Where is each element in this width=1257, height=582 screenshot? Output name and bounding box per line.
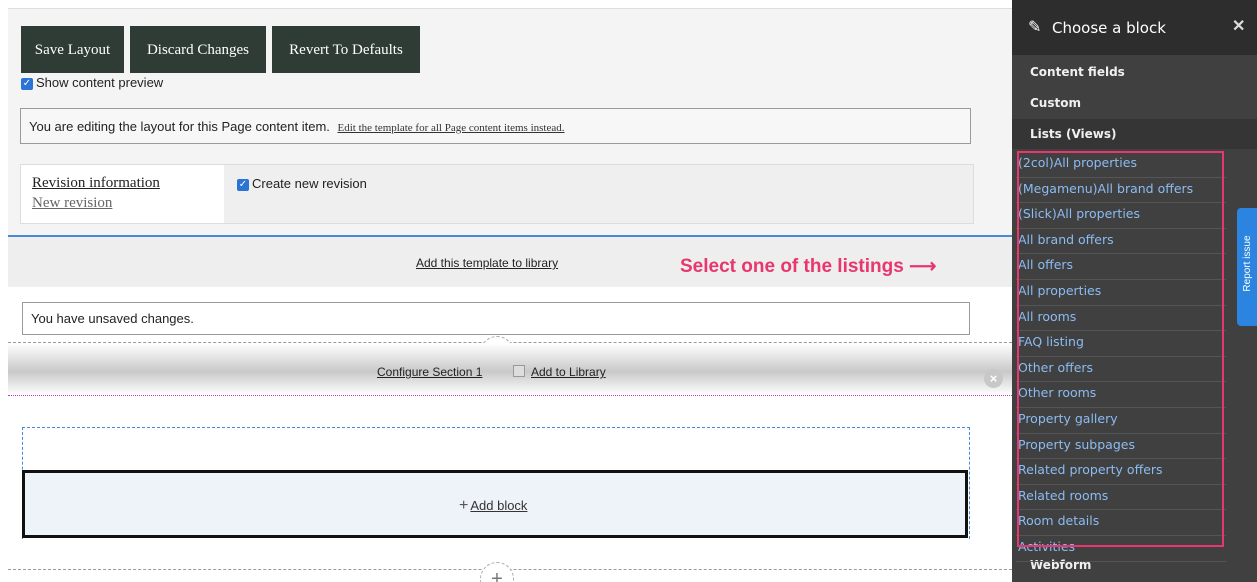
revert-defaults-button[interactable]: Revert To Defaults bbox=[272, 26, 420, 73]
create-revision-label: Create new revision bbox=[252, 176, 367, 191]
category-lists-views[interactable]: Lists (Views) bbox=[1012, 119, 1257, 149]
plus-icon: + bbox=[459, 497, 469, 514]
report-issue-tab[interactable]: Report issue bbox=[1237, 208, 1257, 326]
checkbox-checked-icon[interactable]: ✓ bbox=[21, 77, 33, 90]
save-layout-button[interactable]: Save Layout bbox=[21, 26, 124, 73]
layout-builder: Save Layout Discard Changes Revert To De… bbox=[0, 0, 1012, 582]
highlight-box bbox=[1017, 151, 1224, 547]
callout-text: Select one of the listings bbox=[680, 256, 904, 277]
add-to-library-link[interactable]: Add to Library bbox=[513, 365, 606, 379]
show-preview-label: Show content preview bbox=[36, 75, 164, 90]
create-revision-checkbox[interactable]: ✓ Create new revision bbox=[237, 176, 367, 191]
unsaved-changes-message: You have unsaved changes. bbox=[22, 302, 970, 335]
layout-toolbar: Save Layout Discard Changes Revert To De… bbox=[8, 8, 1012, 237]
sidebar-title: Choose a block bbox=[1052, 19, 1166, 37]
section-1-toolbar: Configure Section 1 Add to Library × bbox=[8, 343, 1012, 396]
new-revision-summary: New revision bbox=[32, 195, 113, 211]
sidebar-header: ✎ Choose a block ✕ bbox=[1012, 0, 1257, 55]
revision-panel: Revision information New revision ✓ Creat… bbox=[20, 164, 974, 224]
revision-info-tab[interactable]: Revision information bbox=[32, 175, 160, 192]
add-to-library-label: Add to Library bbox=[531, 365, 606, 379]
revision-tabs: Revision information New revision bbox=[21, 165, 224, 223]
add-section-bottom-plus-icon[interactable]: + bbox=[480, 562, 514, 582]
show-preview-checkbox[interactable]: ✓ Show content preview bbox=[21, 75, 163, 90]
category-content-fields[interactable]: Content fields bbox=[1012, 57, 1257, 87]
editing-notice-text: You are editing the layout for this Page… bbox=[29, 119, 330, 134]
instruction-callout: Select one of the listings ⟶ bbox=[680, 255, 936, 278]
add-block-label: Add block bbox=[470, 498, 528, 513]
edit-template-link[interactable]: Edit the template for all Page content i… bbox=[338, 122, 565, 134]
add-template-library-link[interactable]: Add this template to library bbox=[416, 256, 558, 270]
category-custom[interactable]: Custom bbox=[1012, 88, 1257, 118]
pencil-icon: ✎ bbox=[1028, 19, 1042, 36]
add-block-area[interactable]: + Add block bbox=[22, 470, 968, 538]
close-icon[interactable]: ✕ bbox=[1232, 16, 1245, 36]
checkbox-checked-icon[interactable]: ✓ bbox=[237, 178, 249, 191]
configure-section-link[interactable]: Configure Section 1 bbox=[377, 365, 482, 379]
remove-section-icon[interactable]: × bbox=[984, 369, 1003, 388]
discard-changes-button[interactable]: Discard Changes bbox=[130, 26, 266, 73]
editing-notice: You are editing the layout for this Page… bbox=[20, 108, 971, 144]
arrow-right-icon: ⟶ bbox=[909, 256, 937, 277]
save-icon bbox=[513, 365, 525, 377]
add-block-link[interactable]: + Add block bbox=[459, 497, 527, 515]
report-issue-label: Report issue bbox=[1242, 235, 1253, 292]
